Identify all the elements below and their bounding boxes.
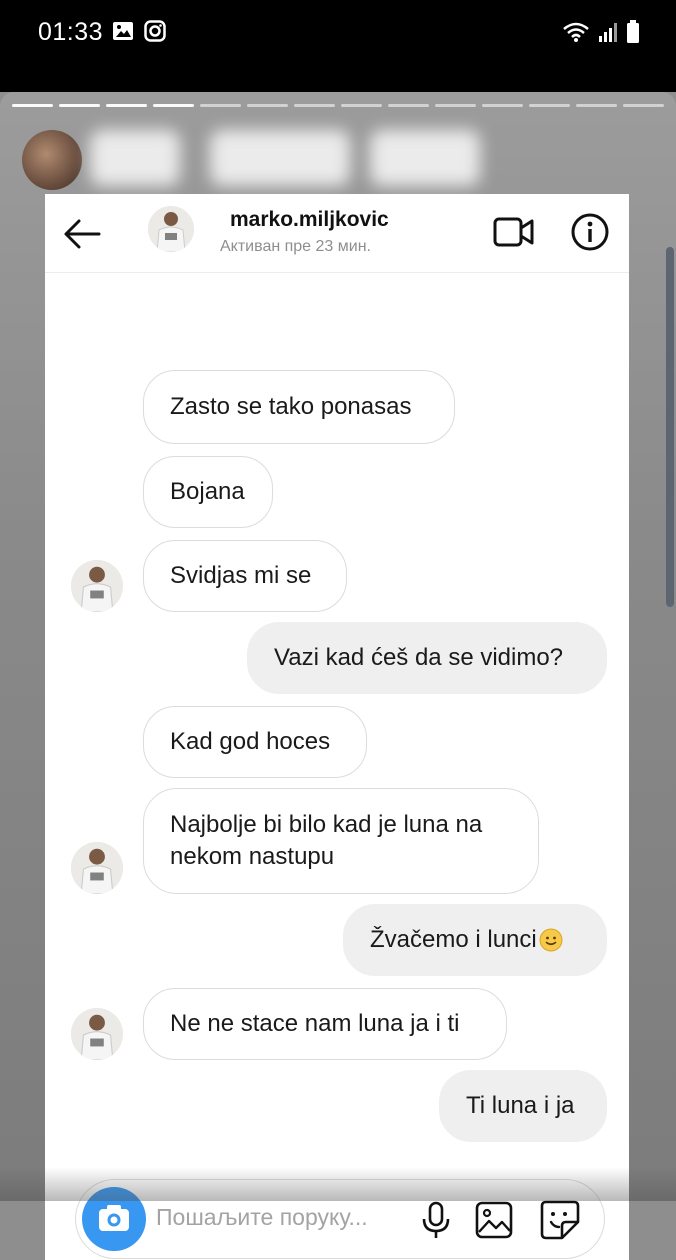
redacted-region <box>370 130 480 186</box>
chat-header: marko.miljkovic Активан пре 23 мин. <box>45 194 629 273</box>
message-text: Zasto se tako ponasas <box>170 393 412 420</box>
message-bubble-incoming[interactable]: Ne ne stace nam luna ja i ti <box>143 988 507 1060</box>
avatar[interactable] <box>71 842 123 894</box>
status-time: 01:33 <box>38 18 104 46</box>
message-text: Ne ne stace nam luna ja i ti <box>170 1010 460 1037</box>
dm-screenshot: marko.miljkovic Активан пре 23 мин. Zast… <box>45 194 629 1260</box>
message-bubble-incoming[interactable]: Najbolje bi bilo kad je luna na nekom na… <box>143 788 539 894</box>
message-bubble-outgoing[interactable]: Žvačemo i lunci <box>343 904 607 976</box>
message-text: Bojana <box>170 478 245 505</box>
message-bubble-incoming[interactable]: Kad god hoces <box>143 706 367 778</box>
message-text: Ti luna i ja <box>466 1092 575 1119</box>
message-bubble-incoming[interactable]: Svidjas mi se <box>143 540 347 612</box>
message-input[interactable] <box>156 1204 406 1231</box>
video-call-icon[interactable] <box>493 214 535 250</box>
back-arrow-icon[interactable] <box>61 214 103 254</box>
active-status: Активан пре 23 мин. <box>220 238 371 255</box>
bottom-gesture-area <box>0 1167 676 1201</box>
message-text: Najbolje bi bilo kad je luna na nekom na… <box>170 811 483 870</box>
image-icon <box>112 20 134 47</box>
message-bubble-incoming[interactable]: Zasto se tako ponasas <box>143 370 455 444</box>
avatar[interactable] <box>71 560 123 612</box>
scrollbar[interactable] <box>666 247 674 607</box>
microphone-icon[interactable] <box>418 1200 454 1240</box>
chat-username[interactable]: marko.miljkovic <box>230 208 389 232</box>
signal-icon <box>598 21 618 48</box>
message-text: Kad god hoces <box>170 728 331 755</box>
redacted-region <box>90 130 180 186</box>
avatar[interactable] <box>148 206 194 252</box>
sticker-icon[interactable] <box>538 1198 582 1242</box>
instagram-icon <box>144 20 166 47</box>
message-text: Svidjas mi se <box>170 562 312 589</box>
message-text: Vazi kad ćeš da se vidimo? <box>274 644 564 671</box>
status-bar: 01:33 <box>0 0 676 92</box>
redacted-region <box>210 130 350 186</box>
story-viewer: marko.miljkovic Активан пре 23 мин. Zast… <box>0 92 676 1260</box>
story-author-avatar[interactable] <box>22 130 82 190</box>
story-progress <box>12 104 664 107</box>
message-bubble-incoming[interactable]: Bojana <box>143 456 273 528</box>
battery-icon <box>626 20 640 49</box>
avatar[interactable] <box>71 1008 123 1060</box>
message-bubble-outgoing[interactable]: Ti luna i ja <box>439 1070 607 1142</box>
gallery-icon[interactable] <box>474 1200 514 1240</box>
message-text: Žvačemo i lunci <box>370 926 537 953</box>
message-bubble-outgoing[interactable]: Vazi kad ćeš da se vidimo? <box>247 622 607 694</box>
wifi-icon <box>562 21 590 48</box>
info-icon[interactable] <box>570 212 610 252</box>
slightly-smiling-face-icon <box>539 928 563 952</box>
